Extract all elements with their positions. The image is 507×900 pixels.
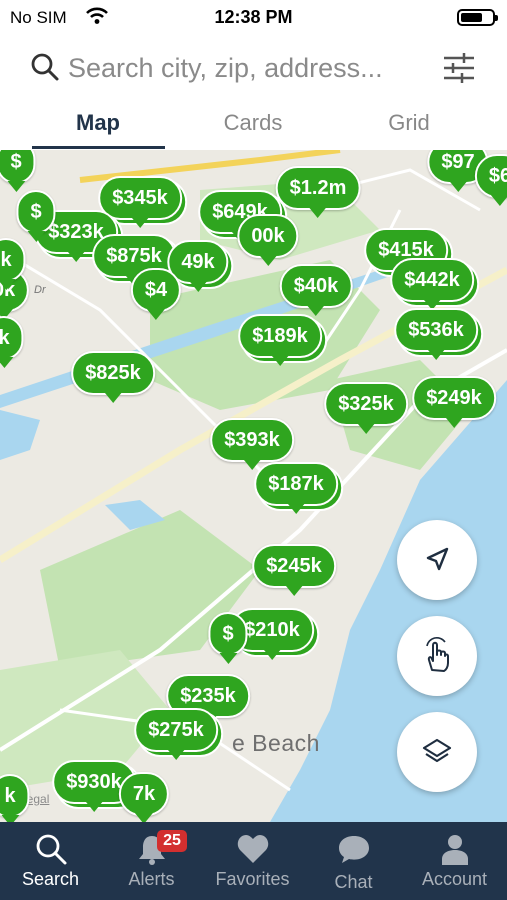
tabbar-item-chat[interactable]: Chat: [303, 822, 404, 900]
filter-sliders-icon[interactable]: [440, 49, 478, 87]
price-pin[interactable]: $442k: [390, 258, 474, 310]
search-input[interactable]: [68, 50, 428, 86]
tabbar-label: Alerts: [128, 869, 175, 889]
price-pin[interactable]: $245k: [252, 544, 336, 596]
price-pin[interactable]: $1.2m: [275, 166, 361, 218]
view-tabs: Map Cards Grid: [0, 100, 507, 150]
price-pin[interactable]: $345k: [98, 176, 182, 228]
price-pin[interactable]: 00k: [237, 214, 299, 266]
map-layers-button[interactable]: [397, 712, 477, 792]
tabbar-label: Chat: [334, 872, 373, 892]
draw-area-button[interactable]: [397, 616, 477, 696]
price-pin[interactable]: $249k: [412, 376, 496, 428]
tabbar-label: Favorites: [215, 869, 290, 889]
alerts-badge: 25: [157, 830, 187, 852]
place-label: e Beach: [232, 730, 320, 756]
tabbar-item-account[interactable]: Account: [404, 822, 505, 900]
tabbar-label: Search: [21, 869, 80, 889]
price-pin[interactable]: $189k: [238, 314, 322, 366]
search-icon: [31, 53, 59, 81]
battery-icon: [457, 9, 498, 26]
price-pin[interactable]: $187k: [254, 462, 338, 514]
account-icon: [441, 835, 468, 865]
road-label: Dr: [34, 284, 46, 296]
map-view[interactable]: Dr e Beach Legal $97 $6 $345k $1.2m $649…: [0, 150, 507, 822]
search-bar: [0, 40, 507, 96]
tabbar-label: Account: [421, 869, 488, 889]
location-arrow-icon: [426, 547, 449, 571]
price-pin[interactable]: $325k: [324, 382, 408, 434]
bottom-tab-bar: Search 25 Alerts Favorites Chat Account: [0, 822, 507, 900]
active-tab-indicator: [32, 146, 165, 149]
hand-draw-icon: [426, 637, 449, 672]
chat-icon: [338, 836, 369, 863]
layers-icon: [422, 738, 452, 763]
tabbar-item-favorites[interactable]: Favorites: [202, 822, 303, 900]
price-pin[interactable]: $275k: [134, 708, 218, 760]
price-pin[interactable]: $825k: [71, 351, 155, 403]
price-pin[interactable]: $: [16, 190, 56, 242]
tab-grid[interactable]: Grid: [339, 110, 479, 136]
price-pin[interactable]: $: [208, 612, 248, 664]
tabbar-item-alerts[interactable]: 25 Alerts: [101, 822, 202, 900]
my-location-button[interactable]: [397, 520, 477, 600]
price-pin[interactable]: $536k: [394, 308, 478, 360]
tab-cards[interactable]: Cards: [183, 110, 323, 136]
status-bar: No SIM 12:38 PM: [0, 0, 507, 34]
price-pin[interactable]: $393k: [210, 418, 294, 470]
price-pin[interactable]: 7k: [118, 772, 170, 822]
heart-icon: [237, 835, 268, 863]
tab-map[interactable]: Map: [28, 110, 168, 136]
clock: 12:38 PM: [214, 7, 293, 27]
tabbar-item-search[interactable]: Search: [0, 822, 101, 900]
search-icon: [36, 834, 66, 865]
price-pin[interactable]: $40k: [279, 264, 353, 316]
price-pin[interactable]: $4: [130, 268, 182, 320]
